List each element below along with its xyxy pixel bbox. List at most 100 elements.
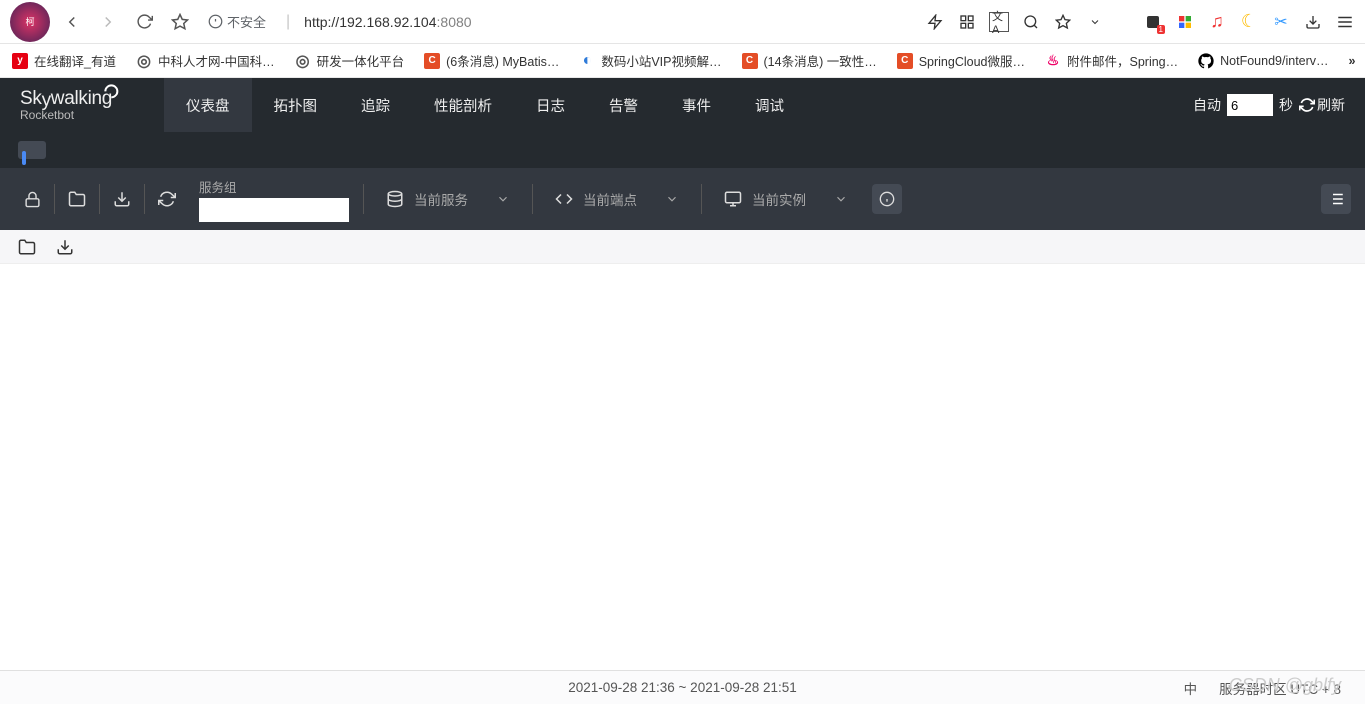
bookmark-favicon: ♨: [1045, 53, 1061, 69]
info-button[interactable]: [872, 184, 902, 214]
nav-item-2[interactable]: 追踪: [339, 78, 412, 132]
profile-avatar[interactable]: 柯: [10, 2, 50, 42]
bookmark-label: NotFound9/interv…: [1220, 54, 1328, 68]
translate-icon[interactable]: 文A: [989, 12, 1009, 32]
bookmark-label: 中科人才网-中国科…: [158, 51, 275, 70]
security-chip[interactable]: 不安全: [202, 12, 272, 31]
bookmark-item[interactable]: NotFound9/interv…: [1198, 53, 1328, 69]
time-range[interactable]: 2021-09-28 21:36 ~ 2021-09-28 21:51: [568, 680, 797, 695]
url-display[interactable]: http://192.168.92.104:8080: [304, 14, 471, 30]
bookmark-favicon: y: [12, 53, 28, 69]
app-navbar: Skywalking Rocketbot 仪表盘拓扑图追踪性能剖析日志告警事件调…: [0, 78, 1365, 132]
refresh-interval-input[interactable]: [1227, 94, 1273, 116]
bookmark-label: 研发一体化平台: [317, 51, 405, 70]
browser-toolbar: 柯 不安全 | http://192.168.92.104:8080 文A 1 …: [0, 0, 1365, 44]
nav-item-4[interactable]: 日志: [514, 78, 587, 132]
chevron-down-icon: [834, 192, 848, 206]
bookmark-label: 附件邮件，Spring…: [1067, 51, 1178, 70]
auto-label: 自动: [1193, 95, 1221, 115]
zoom-icon[interactable]: [1021, 12, 1041, 32]
bookmark-item[interactable]: C (14条消息) 一致性…: [742, 51, 877, 70]
nav-item-5[interactable]: 告警: [587, 78, 660, 132]
bookmark-item[interactable]: C (6条消息) MyBatis…: [424, 51, 559, 70]
service-group-input[interactable]: [199, 198, 349, 222]
endpoint-selector[interactable]: 当前端点: [537, 189, 697, 209]
lock-icon[interactable]: [14, 181, 50, 217]
ext-icon-1[interactable]: 1: [1143, 12, 1163, 32]
brand-sub: Rocketbot: [20, 108, 124, 122]
timezone-label[interactable]: 服务器时区 UTC + 8: [1219, 678, 1341, 698]
star-icon[interactable]: [1053, 12, 1073, 32]
menu-icon[interactable]: [1335, 12, 1355, 32]
download-icon[interactable]: [56, 238, 74, 256]
chevron-down-icon: [665, 192, 679, 206]
bookmark-item[interactable]: ♨ 附件邮件，Spring…: [1045, 51, 1178, 70]
bookmark-label: 数码小站VIP视频解…: [601, 51, 721, 70]
unit-label: 秒: [1279, 95, 1293, 115]
refresh-icon: [1299, 97, 1315, 113]
info-icon: [879, 191, 895, 207]
tab-strip: [0, 132, 1365, 168]
service-group-label: 服务组: [199, 177, 349, 196]
back-button[interactable]: [58, 8, 86, 36]
forward-button[interactable]: [94, 8, 122, 36]
chevron-down-icon: [496, 192, 510, 206]
security-label: 不安全: [227, 12, 266, 31]
folder-icon[interactable]: [59, 181, 95, 217]
monitor-icon: [724, 190, 742, 208]
tab-item[interactable]: [18, 141, 46, 159]
brand: Skywalking Rocketbot: [20, 88, 124, 122]
bookmark-item[interactable]: ◎ 研发一体化平台: [295, 51, 405, 70]
bookmark-favicon: C: [897, 53, 913, 69]
selector-toolbar: 服务组 当前服务 当前端点 当前实例: [0, 168, 1365, 230]
bookmark-label: (14条消息) 一致性…: [764, 51, 877, 70]
info-icon: [208, 14, 223, 29]
grid-icon[interactable]: [957, 12, 977, 32]
bookmark-label: 在线翻译_有道: [34, 51, 116, 70]
content-area: [0, 264, 1365, 644]
list-toggle[interactable]: [1321, 184, 1351, 214]
refresh-button[interactable]: 刷新: [1299, 95, 1345, 115]
download-icon[interactable]: [1303, 12, 1323, 32]
nav-item-7[interactable]: 调试: [733, 78, 806, 132]
nav-item-1[interactable]: 拓扑图: [252, 78, 340, 132]
bookmark-favicon: C: [424, 53, 440, 69]
service-selector[interactable]: 当前服务: [368, 189, 528, 209]
bookmark-favicon: ◐: [579, 53, 595, 69]
list-icon: [1327, 190, 1345, 208]
bookmark-item[interactable]: ◐ 数码小站VIP视频解…: [579, 51, 721, 70]
bookmark-label: (6条消息) MyBatis…: [446, 51, 559, 70]
nav-item-0[interactable]: 仪表盘: [164, 78, 252, 132]
music-icon[interactable]: ♫: [1207, 12, 1227, 32]
bookmark-favicon: ◎: [295, 53, 311, 69]
bookmark-item[interactable]: y 在线翻译_有道: [12, 51, 116, 70]
brand-name: Skywalking: [20, 88, 124, 110]
cut-icon[interactable]: ✂: [1271, 12, 1291, 32]
ext-icon-2[interactable]: [1175, 12, 1195, 32]
refresh-controls: 自动 秒 刷新: [1193, 94, 1345, 116]
chevron-down-icon[interactable]: [1085, 12, 1105, 32]
folder-icon[interactable]: [18, 238, 36, 256]
nav-item-6[interactable]: 事件: [660, 78, 733, 132]
toolbar-right: 文A 1 ♫ ☾ ✂: [925, 12, 1355, 32]
bookmark-favicon: ◎: [136, 53, 152, 69]
nav-item-3[interactable]: 性能剖析: [412, 78, 514, 132]
flash-icon[interactable]: [925, 12, 945, 32]
lang-switch[interactable]: 中: [1184, 678, 1198, 698]
code-icon: [555, 190, 573, 208]
footer: 2021-09-28 21:36 ~ 2021-09-28 21:51 中 服务…: [0, 670, 1365, 704]
instance-selector[interactable]: 当前实例: [706, 189, 866, 209]
separator: |: [286, 13, 290, 31]
bookmark-item[interactable]: ◎ 中科人才网-中国科…: [136, 51, 275, 70]
favorite-button[interactable]: [166, 8, 194, 36]
moon-icon[interactable]: ☾: [1239, 12, 1259, 32]
bookmark-favicon: C: [742, 53, 758, 69]
bookmarks-bar: y 在线翻译_有道 ◎ 中科人才网-中国科… ◎ 研发一体化平台 C (6条消息) MyBat…: [0, 44, 1365, 78]
reload-button[interactable]: [130, 8, 158, 36]
reload-icon[interactable]: [149, 181, 185, 217]
db-icon: [386, 190, 404, 208]
bookmark-item[interactable]: C SpringCloud微服…: [897, 51, 1025, 70]
bookmark-label: SpringCloud微服…: [919, 51, 1025, 70]
import-icon[interactable]: [104, 181, 140, 217]
bookmarks-overflow[interactable]: »: [1349, 54, 1356, 68]
